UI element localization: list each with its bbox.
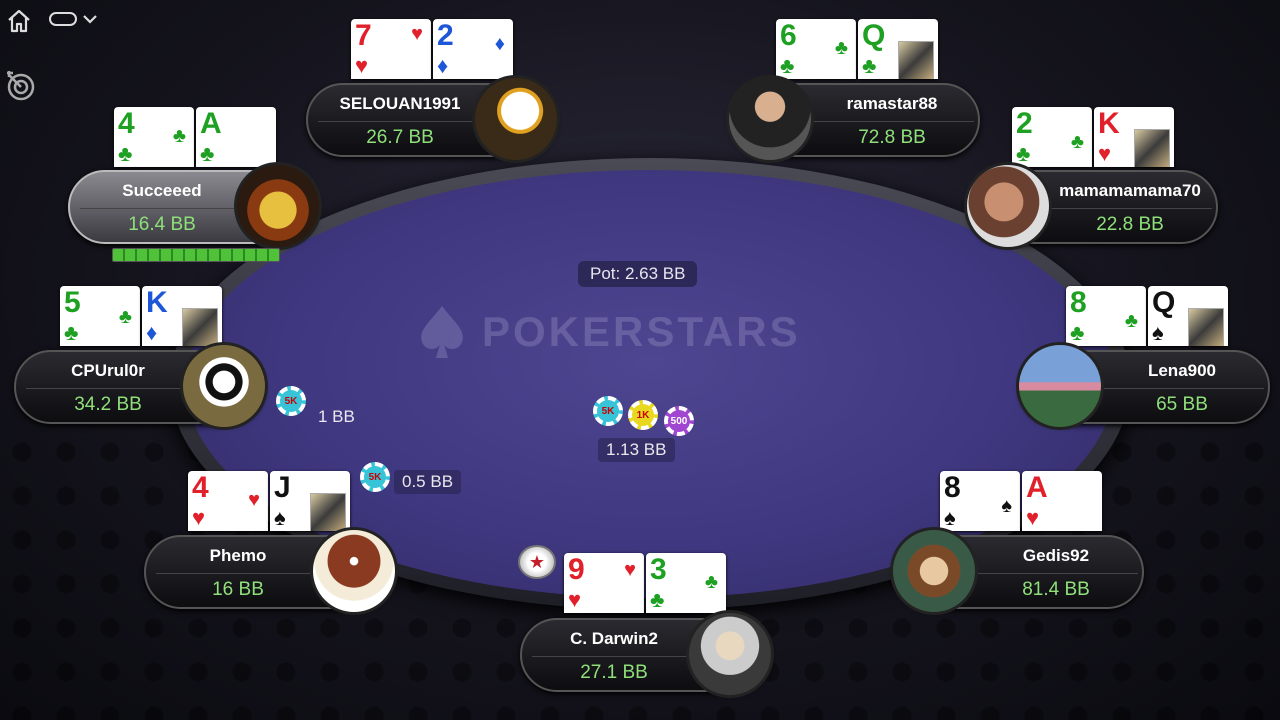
avatar[interactable] bbox=[890, 527, 978, 615]
player-name: Gedis92 bbox=[1022, 546, 1090, 565]
menu-pill-icon[interactable] bbox=[48, 8, 108, 30]
player-name: Phemo bbox=[209, 546, 267, 565]
avatar[interactable] bbox=[964, 162, 1052, 250]
player-stack: 16.4 BB bbox=[128, 214, 196, 235]
face-card-art bbox=[310, 493, 346, 531]
hole-cards-darwin: 9 ♥ ♥ 3 ♣ ♣ bbox=[564, 553, 726, 613]
card: J ♠ bbox=[270, 471, 350, 531]
avatar[interactable] bbox=[1016, 342, 1104, 430]
avatar[interactable] bbox=[686, 610, 774, 698]
seat-ramastar[interactable]: ramastar88 72.8 BB bbox=[726, 75, 980, 163]
seat-selouan[interactable]: SELOUAN1991 26.7 BB bbox=[306, 75, 560, 163]
hole-cards-mamama: 2 ♣ ♣ K ♥ bbox=[1012, 107, 1174, 167]
player-stack: 16 BB bbox=[212, 579, 264, 600]
face-card-art bbox=[1188, 308, 1224, 346]
seat-lena[interactable]: Lena900 65 BB bbox=[1016, 342, 1270, 430]
hole-cards-gedis: 8 ♠ ♠ A ♥ bbox=[940, 471, 1102, 531]
player-name: CPUrul0r bbox=[71, 361, 145, 380]
face-card-art bbox=[1134, 129, 1170, 167]
chip-5k-icon: 5K bbox=[276, 386, 306, 416]
card: A ♥ bbox=[1022, 471, 1102, 531]
card: 5 ♣ ♣ bbox=[60, 286, 140, 346]
avatar[interactable] bbox=[234, 162, 322, 250]
action-timer-bar bbox=[112, 248, 280, 262]
bet-label-phemo: 0.5 BB bbox=[394, 470, 462, 494]
chip-5k-icon: 5K bbox=[593, 396, 623, 426]
card: 3 ♣ ♣ bbox=[646, 553, 726, 613]
spade-star-icon bbox=[421, 306, 463, 358]
player-name: Lena900 bbox=[1147, 361, 1217, 380]
seat-darwin[interactable]: C. Darwin2 27.1 BB bbox=[520, 610, 774, 698]
card: 4 ♣ ♣ bbox=[114, 107, 194, 167]
player-name: SELOUAN1991 bbox=[339, 94, 461, 113]
face-card-art bbox=[898, 41, 934, 79]
player-name: ramastar88 bbox=[846, 94, 938, 113]
player-stack: 34.2 BB bbox=[74, 394, 142, 415]
player-stack: 27.1 BB bbox=[580, 662, 648, 683]
center-bet-label: 1.13 BB bbox=[598, 438, 675, 462]
logo-text: POKERSTARS bbox=[482, 308, 801, 355]
card: K ♦ bbox=[142, 286, 222, 346]
hole-cards-ramastar: 6 ♣ ♣ Q ♣ bbox=[776, 19, 938, 79]
top-toolbar bbox=[0, 0, 110, 40]
hole-cards-cpurul: 5 ♣ ♣ K ♦ bbox=[60, 286, 222, 346]
pot-label: Pot: 2.63 BB bbox=[578, 261, 698, 287]
chip-500-icon: 500 bbox=[664, 406, 694, 436]
player-stack: 22.8 BB bbox=[1096, 214, 1164, 235]
chip-1k-icon: 1K bbox=[628, 400, 658, 430]
hole-cards-succeeed: 4 ♣ ♣ A ♣ bbox=[114, 107, 276, 167]
card: Q ♣ bbox=[858, 19, 938, 79]
card: 4 ♥ ♥ bbox=[188, 471, 268, 531]
dealer-button-icon: ★ bbox=[518, 545, 556, 579]
avatar[interactable] bbox=[180, 342, 268, 430]
player-name: mamamamama70 bbox=[1059, 181, 1201, 200]
card: K ♥ bbox=[1094, 107, 1174, 167]
home-icon[interactable] bbox=[6, 8, 32, 34]
card: 9 ♥ ♥ bbox=[564, 553, 644, 613]
card: Q ♠ bbox=[1148, 286, 1228, 346]
player-stack: 81.4 BB bbox=[1022, 579, 1090, 600]
avatar[interactable] bbox=[726, 75, 814, 163]
seat-cpurul[interactable]: CPUrul0r 34.2 BB bbox=[14, 342, 268, 430]
action-timer-fill bbox=[113, 249, 279, 261]
player-stack: 72.8 BB bbox=[858, 127, 926, 148]
seat-phemo[interactable]: Phemo 16 BB bbox=[144, 527, 398, 615]
card: A ♣ bbox=[196, 107, 276, 167]
card: 2 ♣ ♣ bbox=[1012, 107, 1092, 167]
hole-cards-phemo: 4 ♥ ♥ J ♠ bbox=[188, 471, 350, 531]
card: 6 ♣ ♣ bbox=[776, 19, 856, 79]
target-icon[interactable] bbox=[4, 68, 38, 102]
player-stack: 65 BB bbox=[1156, 394, 1208, 415]
hole-cards-selouan: 7 ♥ ♥ 2 ♦ ♦ bbox=[351, 19, 513, 79]
seat-succeeed[interactable]: Succeeed 16.4 BB bbox=[68, 162, 322, 262]
player-name: C. Darwin2 bbox=[570, 629, 658, 648]
bet-label-cpurul: 1 BB bbox=[318, 407, 355, 426]
card: 7 ♥ ♥ bbox=[351, 19, 431, 79]
avatar[interactable] bbox=[310, 527, 398, 615]
avatar[interactable] bbox=[472, 75, 560, 163]
seat-gedis[interactable]: Gedis92 81.4 BB bbox=[890, 527, 1144, 615]
card: 2 ♦ ♦ bbox=[433, 19, 513, 79]
pokerstars-logo: POKERSTARS bbox=[412, 300, 892, 364]
hole-cards-lena: 8 ♣ ♣ Q ♠ bbox=[1066, 286, 1228, 346]
seat-mamama[interactable]: mamamamama70 22.8 BB bbox=[964, 162, 1218, 250]
card: 8 ♠ ♠ bbox=[940, 471, 1020, 531]
player-name: Succeeed bbox=[122, 181, 202, 200]
card: 8 ♣ ♣ bbox=[1066, 286, 1146, 346]
chip-5k-icon: 5K bbox=[360, 462, 390, 492]
face-card-art bbox=[182, 308, 218, 346]
player-stack: 26.7 BB bbox=[366, 127, 434, 148]
